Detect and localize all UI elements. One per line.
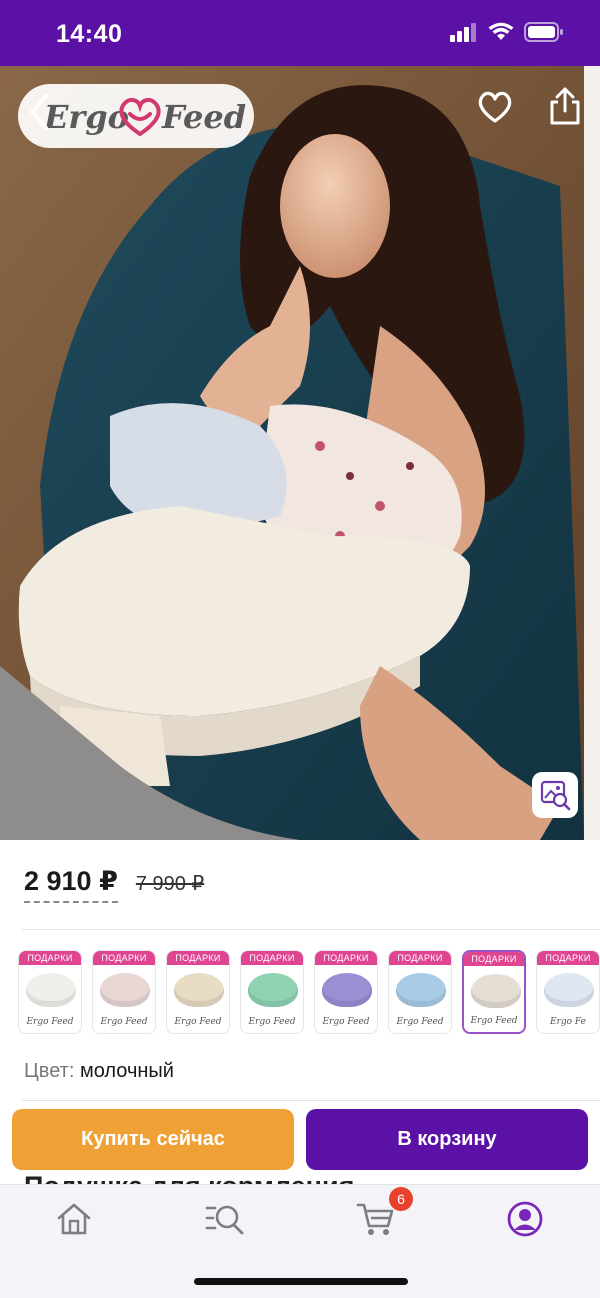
- status-bar: 14:40: [0, 0, 600, 66]
- profile-icon[interactable]: [505, 1199, 545, 1239]
- variant-brand-label: Ergo Fe: [550, 1017, 586, 1027]
- variant-brand-label: Ergo Feed: [470, 1016, 518, 1026]
- home-icon[interactable]: [54, 1199, 94, 1239]
- divider: [22, 1100, 600, 1101]
- cellular-signal-icon: [450, 23, 476, 42]
- status-icons: [450, 22, 564, 42]
- brand-logo-text-right: Feed: [162, 98, 247, 136]
- color-label: Цвет:: [24, 1060, 75, 1082]
- gift-badge: ПОДАРКИ: [537, 951, 599, 965]
- add-to-cart-button[interactable]: В корзину: [306, 1109, 588, 1170]
- back-chevron-icon[interactable]: [26, 92, 52, 132]
- gift-badge: ПОДАРКИ: [464, 952, 524, 966]
- color-variant-thumbnail[interactable]: ПОДАРКИ Ergo Feed: [314, 950, 378, 1034]
- pillow-thumbnail-image: [248, 973, 298, 1007]
- variant-brand-label: Ergo Feed: [26, 1017, 74, 1027]
- catalog-search-icon[interactable]: [205, 1199, 245, 1239]
- pillow-thumbnail-image: [322, 973, 372, 1007]
- gift-badge: ПОДАРКИ: [241, 951, 303, 965]
- gift-badge: ПОДАРКИ: [167, 951, 229, 965]
- gift-badge: ПОДАРКИ: [19, 951, 81, 965]
- pillow-thumbnail-image: [396, 973, 446, 1007]
- heart-logo-icon: [119, 97, 161, 137]
- favorite-heart-icon[interactable]: [476, 88, 514, 126]
- home-indicator: [194, 1278, 408, 1285]
- color-variant-thumbnail[interactable]: ПОДАРКИ Ergo Feed: [388, 950, 452, 1034]
- brand-logo: Ergo Feed: [18, 84, 254, 148]
- variant-brand-label: Ergo Feed: [322, 1017, 370, 1027]
- buy-now-button[interactable]: Купить сейчас: [12, 1109, 294, 1170]
- gift-badge: ПОДАРКИ: [93, 951, 155, 965]
- color-variant-thumbnail[interactable]: ПОДАРКИ Ergo Feed: [166, 950, 230, 1034]
- battery-icon: [524, 22, 563, 42]
- image-search-icon: [540, 780, 571, 811]
- color-variant-thumbnail[interactable]: ПОДАРКИ Ergo Fe: [536, 950, 600, 1034]
- product-photo[interactable]: [0, 66, 600, 840]
- price-current[interactable]: 2 910 ₽: [24, 866, 118, 903]
- pillow-thumbnail-image: [174, 973, 224, 1007]
- visual-search-button[interactable]: [532, 772, 578, 818]
- pillow-thumbnail-image: [100, 973, 150, 1007]
- gift-badge: ПОДАРКИ: [389, 951, 451, 965]
- variant-brand-label: Ergo Feed: [100, 1017, 148, 1027]
- cart-count-badge: 6: [389, 1187, 413, 1211]
- variant-brand-label: Ergo Feed: [396, 1017, 444, 1027]
- color-variant-thumbnail[interactable]: ПОДАРКИ Ergo Feed: [462, 950, 526, 1034]
- share-icon[interactable]: [548, 86, 582, 126]
- color-row: Цвет: молочный: [24, 1060, 174, 1083]
- wifi-icon: [488, 22, 514, 40]
- pillow-thumbnail-image: [26, 973, 76, 1007]
- product-photo-illustration: [0, 66, 600, 840]
- color-variants-list: ПОДАРКИ Ergo Feed ПОДАРКИ Ergo Feed ПОДАРКИ E…: [18, 950, 600, 1034]
- variant-brand-label: Ergo Feed: [174, 1017, 222, 1027]
- gift-badge: ПОДАРКИ: [315, 951, 377, 965]
- color-variant-thumbnail[interactable]: ПОДАРКИ Ergo Feed: [92, 950, 156, 1034]
- color-variant-thumbnail[interactable]: ПОДАРКИ Ergo Feed: [240, 950, 304, 1034]
- pillow-thumbnail-image: [471, 974, 521, 1008]
- status-time: 14:40: [56, 20, 123, 48]
- divider: [22, 929, 600, 930]
- variant-brand-label: Ergo Feed: [248, 1017, 296, 1027]
- color-value: молочный: [79, 1060, 174, 1082]
- price-old: 7 990 ₽: [135, 873, 205, 895]
- color-variant-thumbnail[interactable]: ПОДАРКИ Ergo Feed: [18, 950, 82, 1034]
- pillow-thumbnail-image: [544, 973, 594, 1007]
- price-row: 2 910 ₽ 7 990 ₽: [24, 866, 204, 903]
